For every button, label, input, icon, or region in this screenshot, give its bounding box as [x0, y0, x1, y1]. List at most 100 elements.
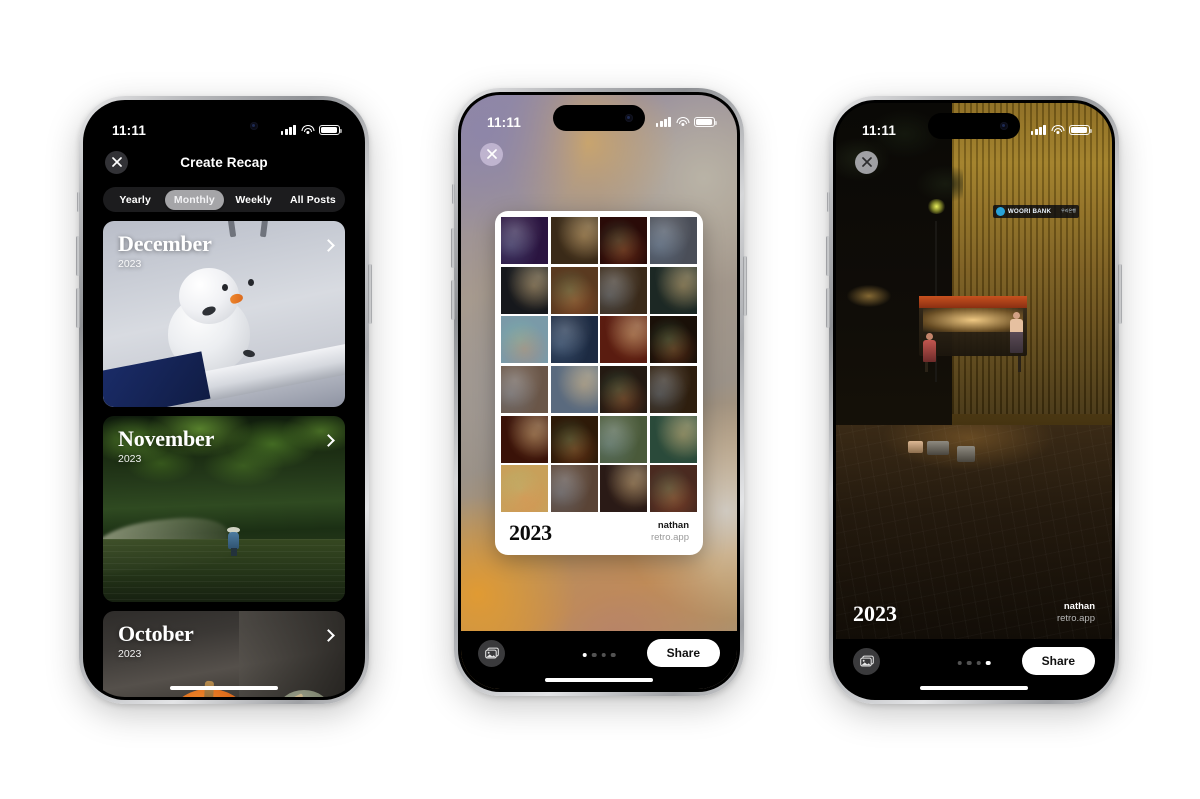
collage-appname: retro.app — [650, 532, 689, 544]
home-indicator-1[interactable] — [170, 685, 278, 690]
card-label-november: November 2023 — [118, 427, 214, 465]
page-dot[interactable] — [592, 652, 597, 657]
collage-photo-image — [649, 365, 697, 414]
collage-photo-image — [501, 266, 549, 314]
card-title: December — [118, 231, 212, 256]
overlay-credit: nathan retro.app — [1057, 601, 1095, 625]
collage-photo-image — [649, 217, 697, 265]
collage-photo-tile — [550, 316, 598, 364]
mute-switch[interactable] — [77, 192, 80, 212]
volume-down-button[interactable] — [826, 288, 830, 328]
photo-stack-button-3[interactable] — [853, 647, 880, 675]
segment-weekly[interactable]: Weekly — [224, 190, 283, 210]
chevron-right-icon — [324, 434, 332, 447]
collage-photo-image — [501, 316, 549, 364]
mute-switch[interactable] — [452, 184, 455, 204]
recap-period-segmented-control[interactable]: Yearly Monthly Weekly All Posts — [103, 187, 345, 212]
page-dot[interactable] — [985, 660, 991, 665]
power-button[interactable] — [1118, 264, 1122, 324]
collage-photo-tile — [600, 465, 648, 513]
snow-legs — [227, 221, 289, 238]
home-indicator-2[interactable] — [545, 677, 653, 682]
bank-logo-icon — [995, 206, 1005, 216]
card-label-october: October 2023 — [118, 622, 194, 660]
page-dot[interactable] — [610, 652, 616, 657]
collage-card[interactable]: 2023 nathan retro.app — [495, 211, 703, 556]
home-indicator-3[interactable] — [920, 685, 1028, 690]
collage-photo-image — [550, 465, 598, 513]
navigation-bar-3 — [836, 145, 1112, 179]
collage-photo-image — [649, 316, 697, 364]
power-button[interactable] — [368, 264, 372, 324]
page-dots-2[interactable] — [582, 652, 616, 657]
collage-photo-image — [600, 415, 648, 463]
page-dots-3[interactable] — [957, 660, 991, 665]
collage-photo-tile — [649, 316, 697, 364]
close-button-1[interactable] — [105, 150, 128, 174]
share-button-2[interactable]: Share — [646, 639, 720, 667]
page-dot[interactable] — [957, 660, 963, 665]
photo-customer — [1009, 312, 1023, 354]
close-button-3[interactable] — [855, 150, 878, 174]
photo-vendor — [922, 333, 936, 363]
segment-monthly[interactable]: Monthly — [164, 189, 224, 210]
collage-photo-tile — [649, 465, 697, 513]
collage-username: nathan — [657, 520, 689, 532]
segment-yearly[interactable]: Yearly — [106, 190, 165, 210]
phone-bezel-3: WOORI BANK 우리은행 11:11 2023 nathan retro.… — [833, 100, 1115, 700]
collage-photo-tile — [600, 217, 648, 265]
recap-card-november[interactable]: November 2023 — [103, 416, 345, 602]
collage-photo-image — [501, 465, 549, 513]
collage-photo-tile — [501, 316, 549, 364]
page-dot[interactable] — [967, 660, 972, 665]
page-dot[interactable] — [582, 652, 588, 657]
front-camera-icon — [625, 114, 633, 122]
collage-card-footer: 2023 nathan retro.app — [501, 512, 697, 555]
collage-photo-image — [550, 415, 598, 463]
page-dot[interactable] — [601, 652, 606, 657]
photo-shop-glow — [847, 285, 892, 308]
volume-down-button[interactable] — [451, 280, 455, 320]
card-year: 2023 — [118, 452, 142, 465]
collage-photo-tile — [600, 316, 648, 364]
phone-mockup-3: WOORI BANK 우리은행 11:11 2023 nathan retro.… — [826, 96, 1122, 704]
collage-photo-image — [649, 465, 697, 513]
collage-photo-image — [550, 266, 598, 314]
close-icon — [486, 149, 497, 159]
volume-up-button[interactable] — [826, 236, 830, 276]
collage-photo-image — [501, 415, 549, 463]
phone-mockup-1: 11:11 Create Recap Yearly Monthly Weekly… — [76, 96, 372, 704]
collage-photo-image — [649, 415, 697, 463]
collage-photo-image — [600, 316, 648, 364]
collage-photo-tile — [550, 415, 598, 463]
collage-photo-tile — [501, 217, 549, 265]
card-year: 2023 — [118, 257, 142, 270]
recap-card-october[interactable]: October 2023 — [103, 611, 345, 697]
screenshot-stage: 11:11 Create Recap Yearly Monthly Weekly… — [0, 0, 1200, 799]
volume-up-button[interactable] — [451, 228, 455, 268]
share-button-3[interactable]: Share — [1021, 647, 1095, 675]
mute-switch[interactable] — [827, 192, 830, 212]
close-button-2[interactable] — [480, 142, 503, 166]
phone-screen-3: WOORI BANK 우리은행 11:11 2023 nathan retro.… — [836, 103, 1112, 697]
battery-icon — [319, 124, 342, 136]
recap-card-december[interactable]: December 2023 — [103, 221, 345, 407]
collage-photo-tile — [550, 465, 598, 513]
segment-all-posts[interactable]: All Posts — [283, 190, 342, 210]
phone-mockup-2: 11:11 2023 nathan retro.app Share — [451, 88, 747, 696]
navigation-bar-2 — [461, 137, 737, 171]
cellular-bars-icon — [280, 125, 296, 135]
power-button[interactable] — [743, 256, 747, 316]
photo-collage-grid — [501, 217, 697, 513]
bank-sign-text: WOORI BANK — [1007, 207, 1052, 215]
collage-photo-tile — [649, 217, 697, 265]
page-dot[interactable] — [976, 660, 981, 665]
overlay-username: nathan — [1063, 601, 1095, 613]
collage-photo-image — [600, 266, 648, 314]
volume-up-button[interactable] — [76, 236, 80, 276]
collage-photo-tile — [649, 266, 697, 314]
photo-stack-button-2[interactable] — [478, 639, 505, 667]
collage-photo-image — [649, 266, 697, 314]
volume-down-button[interactable] — [76, 288, 80, 328]
collage-photo-tile — [501, 415, 549, 463]
